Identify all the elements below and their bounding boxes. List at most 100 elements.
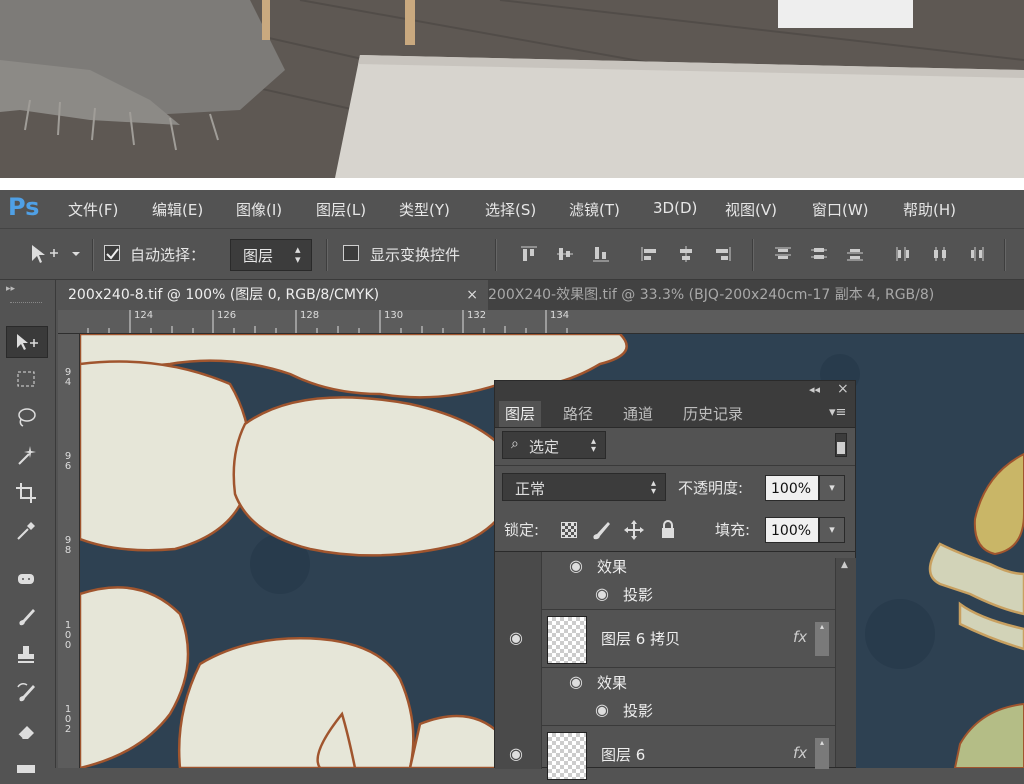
- move-tool-preset-icon[interactable]: [30, 243, 86, 269]
- ruler-label: 132: [467, 310, 487, 321]
- layers-panel-tabs: 图层 路径 通道 历史记录 ▾≡: [495, 401, 855, 428]
- search-icon: ⌕: [511, 436, 519, 452]
- menu-edit[interactable]: 编辑(E): [152, 199, 203, 220]
- move-tool-icon[interactable]: [6, 326, 48, 358]
- eye-icon[interactable]: ◉: [569, 672, 583, 691]
- auto-select-checkbox[interactable]: [104, 245, 120, 261]
- menu-file[interactable]: 文件(F): [68, 199, 118, 220]
- filter-toggle[interactable]: [835, 433, 847, 457]
- menu-view[interactable]: 视图(V): [725, 199, 777, 220]
- lock-position-move-icon[interactable]: [623, 519, 645, 541]
- distribute-top-icon[interactable]: [774, 246, 792, 262]
- lock-transparency-icon[interactable]: [561, 522, 577, 538]
- show-transform-label: 显示变换控件: [370, 246, 461, 264]
- updown-icon: ▴ ▾: [295, 243, 301, 266]
- updown-icon: ▴ ▾: [591, 436, 597, 455]
- menu-window[interactable]: 窗口(W): [812, 199, 869, 220]
- layer-row-layer6[interactable]: ◉ 图层 6 fx ▴: [495, 726, 835, 780]
- fill-label: 填充:: [715, 521, 751, 539]
- eye-icon[interactable]: ◉: [509, 628, 523, 647]
- menu-image[interactable]: 图像(I): [236, 199, 282, 220]
- menu-type[interactable]: 类型(Y): [399, 199, 450, 220]
- tools-panel: ▸▸: [0, 280, 56, 773]
- tab-history[interactable]: 历史记录: [677, 401, 749, 427]
- distribute-hcenter-icon[interactable]: [931, 246, 949, 262]
- fx-icon[interactable]: fx: [793, 744, 807, 762]
- brush-tool-icon[interactable]: [6, 602, 46, 632]
- distribute-bottom-icon[interactable]: [846, 246, 864, 262]
- layer-row-layer6-copy[interactable]: ◉ 图层 6 拷贝 fx ▴: [495, 610, 835, 668]
- tab-paths[interactable]: 路径: [557, 401, 599, 427]
- align-right-icon[interactable]: [713, 246, 731, 262]
- gradient-tool-icon[interactable]: [6, 754, 46, 784]
- drop-shadow-label: 投影: [623, 702, 654, 720]
- opacity-input[interactable]: 100%: [765, 475, 819, 501]
- auto-select-target-dropdown[interactable]: 图层 ▴ ▾: [230, 239, 312, 271]
- layers-panel-titlebar: ◂◂ ×: [495, 381, 855, 401]
- photoshop-logo: Ps: [8, 193, 40, 221]
- tab-layers[interactable]: 图层: [499, 401, 542, 427]
- eraser-tool-icon[interactable]: [6, 716, 46, 746]
- photo-separator: [0, 178, 1024, 190]
- document-tab-active[interactable]: 200x240-8.tif @ 100% (图层 0, RGB/8/CMYK) …: [58, 280, 488, 310]
- lock-all-icon[interactable]: [659, 519, 677, 541]
- fill-dropdown-icon[interactable]: ▾: [819, 517, 845, 543]
- align-bottom-icon[interactable]: [592, 246, 610, 262]
- menu-3d[interactable]: 3D(D): [653, 199, 697, 217]
- layer-thumbnail: [547, 616, 587, 664]
- eyedropper-tool-icon[interactable]: [6, 516, 46, 546]
- align-vcenter-icon[interactable]: [556, 246, 574, 262]
- magic-wand-tool-icon[interactable]: [6, 440, 46, 470]
- layer-thumbnail: [547, 732, 587, 780]
- fill-input[interactable]: 100%: [765, 517, 819, 543]
- eye-icon[interactable]: ◉: [509, 744, 523, 763]
- crop-tool-icon[interactable]: [6, 478, 46, 508]
- tab-title: 200X240-效果图.tif @ 33.3% (BJQ-200x240cm-1…: [488, 287, 935, 303]
- align-top-icon[interactable]: [520, 246, 538, 262]
- ruler-label: 102: [64, 704, 72, 735]
- layer-effects-group[interactable]: ◉ 效果 ◉ 投影: [495, 668, 835, 726]
- panel-grip[interactable]: [10, 302, 42, 305]
- fx-icon[interactable]: fx: [793, 628, 807, 646]
- menu-help[interactable]: 帮助(H): [903, 199, 956, 220]
- scroll-up-icon[interactable]: ▲: [841, 560, 848, 570]
- clone-stamp-tool-icon[interactable]: [6, 640, 46, 670]
- marquee-tool-icon[interactable]: [6, 364, 46, 394]
- close-panel-icon[interactable]: ×: [837, 381, 849, 397]
- distribute-right-icon[interactable]: [967, 246, 985, 262]
- show-transform-checkbox[interactable]: [343, 245, 359, 261]
- eye-icon[interactable]: ◉: [595, 584, 609, 603]
- collapse-effects-icon[interactable]: ▴: [815, 738, 829, 769]
- lock-pixels-brush-icon[interactable]: [591, 519, 613, 541]
- collapse-panel-icon[interactable]: ◂◂: [809, 383, 820, 396]
- menu-filter[interactable]: 滤镜(T): [569, 199, 620, 220]
- lock-label: 锁定:: [504, 521, 540, 539]
- effects-label: 效果: [597, 674, 628, 692]
- menu-layer[interactable]: 图层(L): [316, 199, 366, 220]
- tab-channels[interactable]: 通道: [617, 401, 659, 427]
- panel-menu-icon[interactable]: ▾≡: [829, 405, 846, 420]
- layer-effects-group[interactable]: ◉ 效果 ◉ 投影: [495, 552, 835, 610]
- menu-bar: Ps 文件(F) 编辑(E) 图像(I) 图层(L) 类型(Y) 选择(S) 滤…: [0, 190, 1024, 228]
- document-tab-inactive[interactable]: 200X240-效果图.tif @ 33.3% (BJQ-200x240cm-1…: [478, 280, 1024, 310]
- align-left-icon[interactable]: [641, 246, 659, 262]
- eye-icon[interactable]: ◉: [595, 700, 609, 719]
- ruler-label: 124: [134, 310, 154, 321]
- panel-expand-icon[interactable]: ▸▸: [6, 284, 15, 294]
- layer-filter-dropdown[interactable]: ⌕ 选定 ▴ ▾: [502, 431, 606, 459]
- menu-select[interactable]: 选择(S): [485, 199, 536, 220]
- close-tab-icon[interactable]: ×: [466, 280, 478, 310]
- history-brush-tool-icon[interactable]: [6, 678, 46, 708]
- document-tab-bar: 200x240-8.tif @ 100% (图层 0, RGB/8/CMYK) …: [58, 280, 1024, 310]
- healing-brush-tool-icon[interactable]: [6, 564, 46, 594]
- ruler-label: 134: [550, 310, 570, 321]
- lasso-tool-icon[interactable]: [6, 402, 46, 432]
- eye-icon[interactable]: ◉: [569, 556, 583, 575]
- collapse-effects-icon[interactable]: ▴: [815, 622, 829, 656]
- layers-scrollbar[interactable]: ▲: [835, 558, 856, 767]
- blend-mode-dropdown[interactable]: 正常 ▴ ▾: [502, 473, 666, 501]
- opacity-dropdown-icon[interactable]: ▾: [819, 475, 845, 501]
- distribute-left-icon[interactable]: [895, 246, 913, 262]
- distribute-vcenter-icon[interactable]: [810, 246, 828, 262]
- align-hcenter-icon[interactable]: [677, 246, 695, 262]
